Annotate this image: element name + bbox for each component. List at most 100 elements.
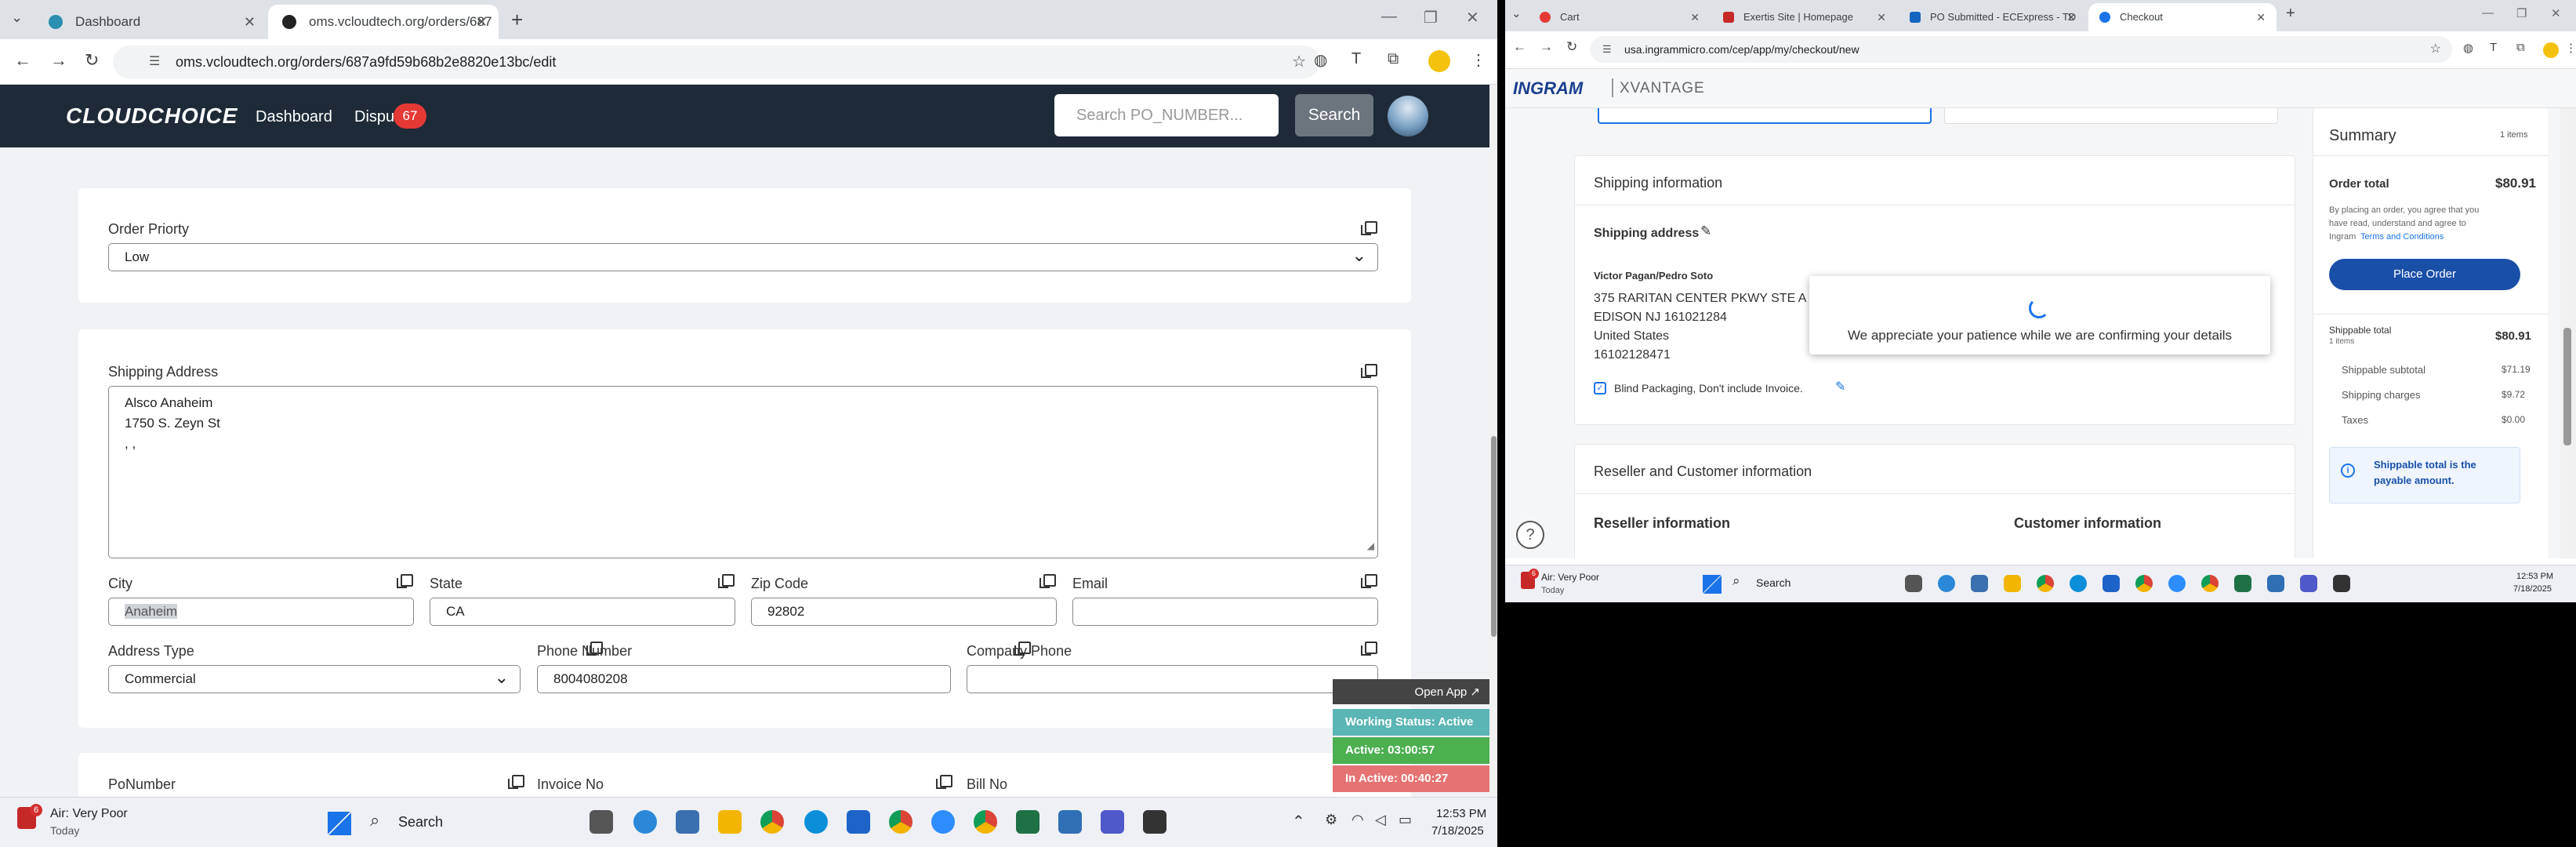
tab-search-icon[interactable]: T xyxy=(2490,41,2497,54)
tab-search-icon[interactable]: T xyxy=(1351,50,1361,68)
help-icon[interactable]: ? xyxy=(1516,521,1544,549)
puzzle-extensions-icon[interactable]: ⧉ xyxy=(1388,50,1399,68)
windows-start-icon[interactable] xyxy=(328,812,351,835)
copy-icon[interactable] xyxy=(1361,221,1377,235)
maximize-icon[interactable]: ❐ xyxy=(1424,8,1438,27)
right-scrollbar[interactable] xyxy=(2560,108,2576,558)
profile-icon[interactable] xyxy=(2543,42,2559,58)
state-input[interactable]: CA xyxy=(430,598,735,626)
email-input[interactable] xyxy=(1072,598,1378,626)
clock-date[interactable]: 7/18/2025 xyxy=(2513,584,2552,594)
excel-icon[interactable] xyxy=(1016,810,1039,834)
file-explorer-icon[interactable] xyxy=(2004,575,2021,592)
selected-option-card[interactable] xyxy=(1598,108,1932,124)
ingram-logo[interactable]: INGRAM xyxy=(1513,78,1583,99)
user-avatar[interactable] xyxy=(1388,96,1428,136)
wifi-icon[interactable]: ◠ xyxy=(1351,812,1364,828)
copy-icon[interactable] xyxy=(718,574,735,588)
cloudchoice-logo[interactable]: CLOUDCHOICE xyxy=(66,104,238,129)
teams-icon[interactable] xyxy=(2300,575,2317,592)
copy-icon[interactable] xyxy=(1039,574,1056,588)
task-view-icon[interactable] xyxy=(1905,575,1922,592)
close-window-icon[interactable]: ✕ xyxy=(2551,6,2561,20)
site-info-icon[interactable]: ☰ xyxy=(149,45,160,78)
search-icon[interactable]: ⌕ xyxy=(370,810,379,831)
outlook-icon[interactable] xyxy=(847,810,870,834)
close-icon[interactable]: ✕ xyxy=(476,5,488,39)
forward-icon[interactable]: → xyxy=(50,50,67,71)
checkbox-icon[interactable]: ✓ xyxy=(1594,382,1606,394)
address-type-select[interactable]: Commercial xyxy=(108,664,521,693)
tab-search-icon[interactable]: ⌄ xyxy=(11,9,23,26)
po-search-input[interactable]: Search PO_NUMBER... xyxy=(1054,94,1279,136)
minimize-icon[interactable]: — xyxy=(2482,6,2494,20)
forward-icon[interactable]: → xyxy=(1540,39,1553,55)
copy-icon[interactable] xyxy=(508,775,524,789)
search-button[interactable]: Search xyxy=(1295,94,1373,136)
reload-icon[interactable]: ↻ xyxy=(1566,39,1577,55)
sticky-notes-icon[interactable] xyxy=(2333,575,2350,592)
clock-date[interactable]: 7/18/2025 xyxy=(1431,824,1484,838)
place-order-button[interactable]: Place Order xyxy=(2329,259,2520,290)
clock-time[interactable]: 12:53 PM xyxy=(2516,572,2553,581)
photos-icon[interactable] xyxy=(2267,575,2284,592)
open-app-button[interactable]: Open App ↗ xyxy=(1333,679,1489,704)
zoom-icon[interactable] xyxy=(2168,575,2186,592)
app-icon[interactable] xyxy=(1938,575,1955,592)
battery-icon[interactable]: ▭ xyxy=(1399,812,1412,828)
bookmark-star-icon[interactable]: ☆ xyxy=(2430,36,2441,63)
chrome-profile-icon[interactable] xyxy=(889,810,912,834)
photos-icon[interactable] xyxy=(1058,810,1082,834)
file-explorer-icon[interactable] xyxy=(718,810,742,834)
company-phone-input[interactable] xyxy=(967,665,1378,693)
taskbar-search[interactable]: Search xyxy=(1756,576,1791,589)
chevron-up-icon[interactable]: ⌃ xyxy=(1292,812,1305,831)
close-icon[interactable]: ✕ xyxy=(244,5,256,39)
tab-po-submitted[interactable]: PO Submitted - ECExpress - TD ✕ xyxy=(1899,3,2087,31)
order-priority-select[interactable]: Low xyxy=(108,242,1378,271)
chrome-profile-icon[interactable] xyxy=(974,810,997,834)
tab-cart[interactable]: Cart ✕ xyxy=(1529,3,1711,31)
copy-icon[interactable] xyxy=(936,775,952,789)
terms-link[interactable]: Terms and Conditions xyxy=(2360,232,2444,242)
close-window-icon[interactable]: ✕ xyxy=(1466,8,1479,27)
extension-icon[interactable]: ◍ xyxy=(2463,41,2473,55)
new-tab-icon[interactable]: + xyxy=(511,8,523,32)
close-icon[interactable]: ✕ xyxy=(2066,3,2076,31)
tab-checkout[interactable]: Checkout ✕ xyxy=(2088,3,2277,31)
site-info-icon[interactable]: ☰ xyxy=(1602,36,1612,63)
calculator-icon[interactable] xyxy=(1971,575,1988,592)
taskbar-search[interactable]: Search xyxy=(398,814,443,831)
edit-pencil-icon[interactable]: ✎ xyxy=(1835,379,1845,394)
minimize-icon[interactable]: — xyxy=(1381,8,1397,26)
puzzle-extensions-icon[interactable]: ⧉ xyxy=(2516,41,2525,54)
close-icon[interactable]: ✕ xyxy=(2256,3,2266,31)
profile-icon[interactable] xyxy=(1428,50,1450,72)
edge-icon[interactable] xyxy=(2070,575,2087,592)
app-icon[interactable] xyxy=(633,810,657,834)
excel-icon[interactable] xyxy=(2234,575,2251,592)
zoom-icon[interactable] xyxy=(931,810,955,834)
back-icon[interactable]: ← xyxy=(14,50,31,71)
phone-input[interactable]: 8004080208 xyxy=(537,665,951,693)
task-view-icon[interactable] xyxy=(590,810,613,834)
scrollbar-thumb[interactable] xyxy=(2563,328,2571,445)
extension-icon[interactable]: ◍ xyxy=(1314,50,1327,70)
copy-icon[interactable] xyxy=(1361,574,1377,588)
edit-pencil-icon[interactable]: ✎ xyxy=(1700,224,1711,239)
close-icon[interactable]: ✕ xyxy=(1877,3,1886,31)
option-card[interactable] xyxy=(1944,108,2278,124)
sticky-notes-icon[interactable] xyxy=(1143,810,1166,834)
url-field[interactable]: ☰ oms.vcloudtech.org/orders/687a9fd59b68… xyxy=(113,45,1320,78)
calculator-icon[interactable] xyxy=(676,810,699,834)
bookmark-star-icon[interactable]: ☆ xyxy=(1292,45,1306,78)
maximize-icon[interactable]: ❐ xyxy=(2516,6,2527,20)
nav-dashboard[interactable]: Dashboard xyxy=(256,108,332,126)
teams-icon[interactable] xyxy=(1101,810,1124,834)
chrome-icon[interactable] xyxy=(760,810,784,834)
search-icon[interactable]: ⌕ xyxy=(1732,573,1740,589)
city-input[interactable]: Anaheim xyxy=(108,598,414,626)
tab-search-icon[interactable]: ⌄ xyxy=(1511,6,1522,20)
menu-kebab-icon[interactable]: ⋮ xyxy=(1471,50,1486,70)
tab-dashboard[interactable]: Dashboard ✕ xyxy=(34,5,267,39)
